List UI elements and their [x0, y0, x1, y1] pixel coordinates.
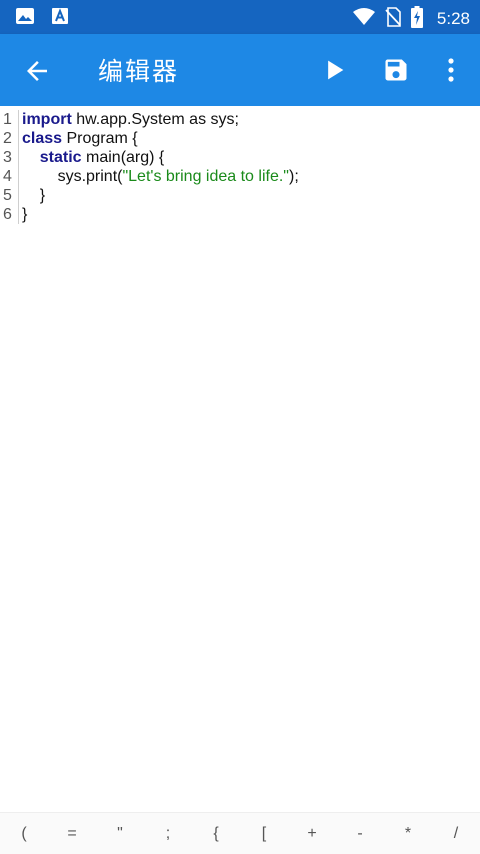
save-button[interactable] — [382, 56, 410, 84]
image-icon — [16, 8, 34, 28]
status-bar: 5:28 — [0, 0, 480, 34]
save-icon — [385, 59, 407, 81]
symbol-key[interactable]: - — [336, 825, 384, 843]
code-keyword: class — [22, 130, 63, 147]
code-text: sys.print( — [22, 168, 123, 185]
symbol-key[interactable]: = — [48, 825, 96, 843]
line-number: 2 — [3, 130, 12, 147]
line-number: 4 — [3, 168, 12, 185]
code-text: } — [22, 187, 46, 204]
line-number-gutter: 1 2 3 4 5 6 — [0, 110, 19, 224]
more-options-button[interactable] — [440, 56, 462, 84]
symbol-key[interactable]: * — [384, 825, 432, 843]
code-text: } — [22, 206, 28, 223]
code-line[interactable]: } — [22, 186, 299, 205]
symbol-key[interactable]: / — [432, 825, 480, 843]
code-keyword: static — [39, 149, 82, 166]
code-text: main(arg) { — [81, 149, 165, 166]
symbol-key[interactable]: [ — [240, 825, 288, 843]
arrow-back-icon — [27, 61, 47, 81]
font-icon — [52, 8, 68, 28]
symbol-key[interactable]: + — [288, 825, 336, 843]
code-text: Program { — [62, 130, 138, 147]
app-bar: 编辑器 — [0, 34, 480, 106]
battery-charging-icon — [410, 6, 423, 32]
symbol-key[interactable]: ; — [144, 825, 192, 843]
code-string: "Let's bring idea to life." — [122, 168, 289, 185]
play-icon — [328, 60, 344, 80]
code-line[interactable]: sys.print("Let's bring idea to life."); — [22, 167, 299, 186]
code-line[interactable]: import hw.app.System as sys; — [22, 110, 299, 129]
no-sim-icon — [385, 7, 401, 31]
code-line[interactable]: } — [22, 205, 299, 224]
code-text: ); — [288, 168, 299, 185]
code-text: hw.app.System as sys; — [71, 111, 239, 128]
symbol-key[interactable]: ( — [0, 825, 48, 843]
code-line[interactable]: static main(arg) { — [22, 148, 299, 167]
code-area[interactable]: import hw.app.System as sys; class Progra… — [22, 110, 299, 224]
symbol-key-bar: (= ";{[+ - * / — [0, 812, 480, 854]
more-vert-icon — [448, 58, 454, 82]
run-button[interactable] — [320, 56, 348, 84]
code-keyword: import — [22, 111, 72, 128]
back-button[interactable] — [22, 56, 52, 86]
wifi-icon — [352, 8, 375, 30]
line-number: 1 — [3, 111, 12, 128]
line-number: 5 — [3, 187, 12, 204]
status-time: 5:28 — [436, 9, 470, 28]
code-line[interactable]: class Program { — [22, 129, 299, 148]
code-editor[interactable]: 123456 import hw.app.System as sys; class… — [0, 106, 480, 812]
line-number: 6 — [3, 206, 12, 223]
symbol-key[interactable]: " — [96, 825, 144, 843]
page-title: 编辑器 — [98, 57, 180, 86]
symbol-key[interactable]: { — [192, 825, 240, 843]
line-number: 3 — [3, 149, 12, 166]
